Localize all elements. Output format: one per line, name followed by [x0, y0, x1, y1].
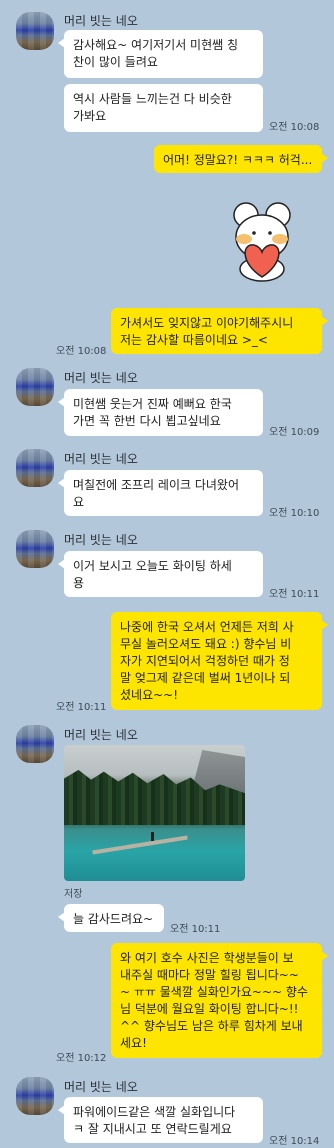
avatar[interactable]	[16, 1077, 54, 1115]
lake-photo[interactable]	[64, 745, 245, 881]
message-bubble[interactable]: 감사해요~ 여기저기서 미현쌤 칭 찬이 많이 들려요	[58, 30, 263, 78]
message-time: 오전 10:11	[269, 589, 320, 600]
message-bubble[interactable]: 이거 보시고 오늘도 화이팅 하세 용	[58, 551, 263, 597]
avatar[interactable]	[16, 725, 54, 763]
message-time: 오전 10:14	[269, 1136, 320, 1147]
message-bubble[interactable]: 늘 감사드려요~	[58, 904, 164, 932]
sender-name: 머리 빗는 네오	[64, 14, 138, 28]
message-bubble-mine[interactable]: 가셔서도 잊지않고 이야기해주시니 저는 감사할 따름이네요 >_<	[111, 308, 328, 354]
save-link[interactable]: 저장	[64, 885, 82, 900]
message-time: 오전 10:09	[269, 427, 320, 438]
avatar[interactable]	[16, 12, 54, 50]
message-bubble[interactable]: 며칠전에 조프리 레이크 다녀왔어 요	[58, 470, 263, 516]
message-bubble-mine[interactable]: 어머! 정말요?! ㅋㅋㅋ 허걱...	[154, 145, 328, 173]
avatar[interactable]	[16, 530, 54, 568]
message-bubble[interactable]: 파워에이드같은 색깔 실화입니다 ㅋ 잘 지내시고 또 연락드릴게요	[58, 1097, 263, 1143]
message-time: 오전 10:11	[170, 924, 221, 935]
avatar[interactable]	[16, 449, 54, 487]
message-bubble[interactable]: 미현쌤 웃는거 진짜 예뻐요 한국 가면 꼭 한번 다시 뵙고싶네요	[58, 389, 263, 436]
message-time: 오전 10:08	[269, 122, 320, 133]
photo-log	[92, 835, 188, 855]
message-time: 오전 10:10	[269, 508, 320, 519]
sender-name: 머리 빗는 네오	[64, 533, 138, 547]
sender-name: 머리 빗는 네오	[64, 452, 138, 466]
avatar[interactable]	[16, 368, 54, 406]
message-bubble[interactable]: 역시 사람들 느끼는건 다 비슷한 가봐요	[64, 84, 263, 132]
bear-heart-sticker-icon[interactable]	[228, 199, 296, 283]
message-time: 오전 10:08	[56, 346, 107, 357]
sender-name: 머리 빗는 네오	[64, 371, 138, 385]
message-time: 오전 10:11	[56, 702, 107, 713]
sender-name: 머리 빗는 네오	[64, 1080, 138, 1094]
message-bubble-mine[interactable]: 나중에 한국 오셔서 언제든 저희 사 무실 놀러오셔도 돼요 :) 향수님 비…	[111, 612, 328, 710]
message-bubble-mine[interactable]: 와 여기 호수 사진은 학생분들이 보 내주실 때마다 정말 힐링 됩니다~~ …	[111, 943, 328, 1058]
message-time: 오전 10:12	[56, 1053, 107, 1064]
sender-name: 머리 빗는 네오	[64, 728, 138, 742]
photo-person	[151, 832, 154, 841]
